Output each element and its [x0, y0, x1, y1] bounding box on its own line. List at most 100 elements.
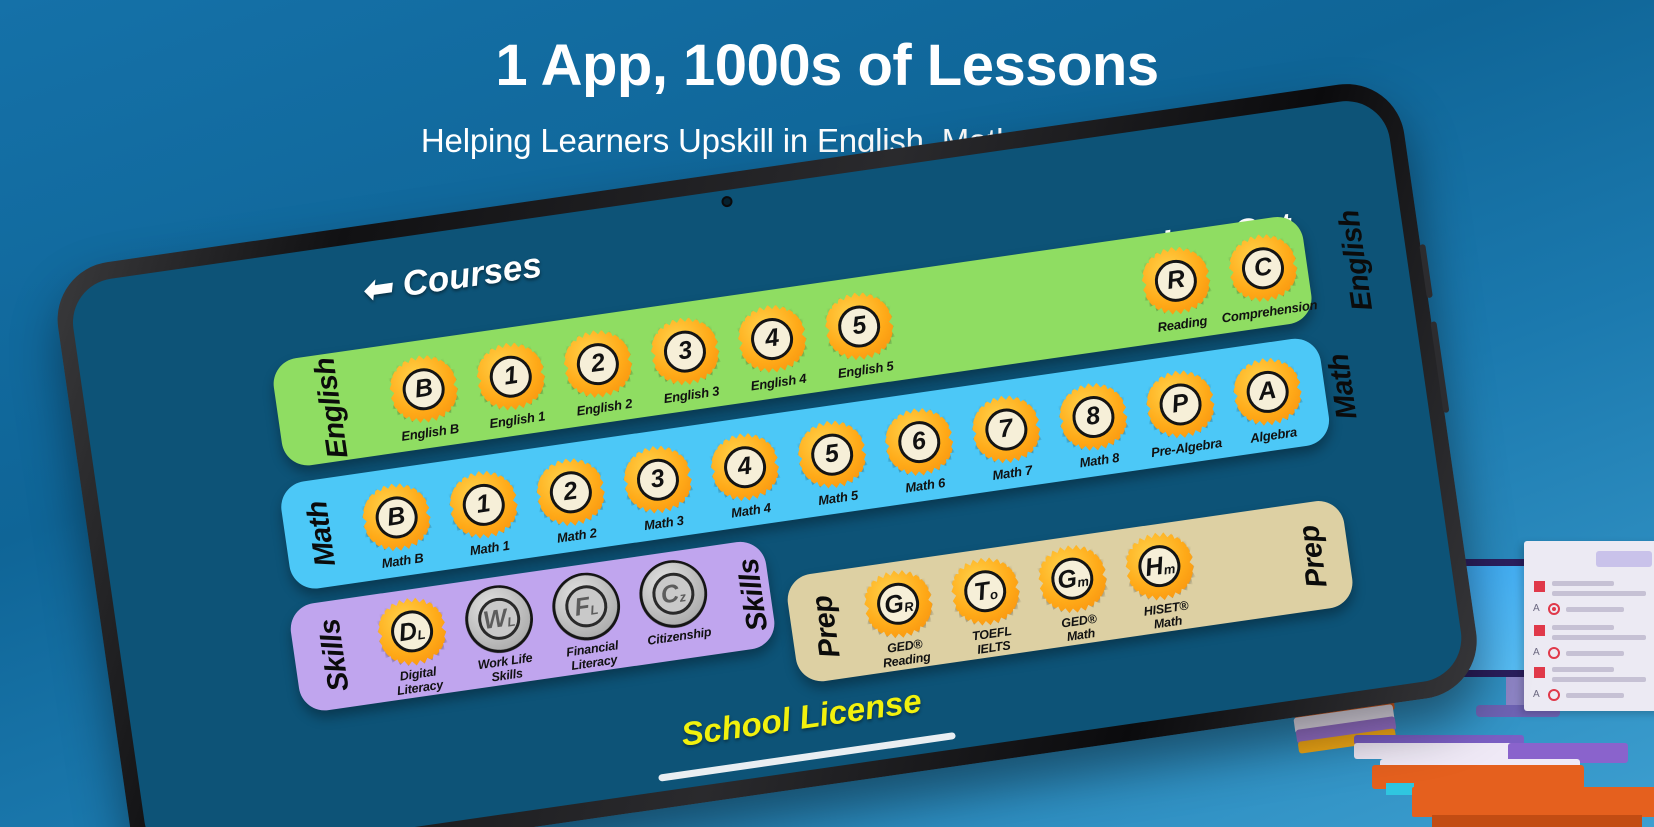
course-badge-math-2[interactable]: 2 Math 2 [523, 452, 620, 548]
desk-shadow [1432, 815, 1642, 827]
course-badge-english-4[interactable]: 4 English 4 [725, 299, 822, 395]
star-badge-icon: P [1142, 366, 1219, 443]
course-badge-english-5[interactable]: 5 English 5 [812, 286, 909, 382]
quiz-sheet-icon: A A A [1524, 541, 1654, 711]
phone-volume-button [1419, 243, 1433, 299]
course-badge-reading[interactable]: R Reading [1129, 241, 1226, 337]
badge-caption: Work Life Skills [476, 650, 534, 684]
course-badge-ged®-math[interactable]: Gm GED® Math [1025, 539, 1124, 648]
row-label-skills-end: Skills [731, 556, 774, 633]
locked-badge-icon: FL [548, 568, 625, 645]
row-label-english: English [308, 355, 355, 460]
phone-power-button [1430, 321, 1450, 414]
row-label-skills: Skills [313, 616, 356, 693]
badge-caption: Math 7 [991, 462, 1034, 483]
badge-caption: TOEFL IELTS [971, 624, 1013, 657]
course-badge-work-life-skills[interactable]: W L Work Life Skills [452, 579, 551, 688]
badge-caption: Math B [380, 549, 425, 571]
course-badge-english-1[interactable]: 1 English 1 [464, 337, 561, 433]
course-badge-math-8[interactable]: 8 Math 8 [1046, 377, 1143, 473]
course-badge-financial-literacy[interactable]: F L Financial Literacy [539, 567, 638, 676]
badge-glyph-subscript: R [903, 598, 915, 615]
badge-glyph-subscript: o [988, 586, 999, 603]
star-badge-icon: 4 [706, 428, 783, 505]
badge-caption: Math 2 [555, 524, 598, 546]
star-badge-icon: 5 [793, 416, 870, 493]
badge-glyph-subscript: L [416, 626, 427, 643]
star-badge-icon: 1 [445, 466, 522, 543]
star-badge-icon: 3 [647, 313, 724, 390]
course-badge-english-3[interactable]: 3 English 3 [638, 311, 735, 407]
badge-glyph-subscript: z [678, 588, 688, 605]
course-badge-math-3[interactable]: 3 Math 3 [610, 440, 707, 536]
page-title: 1 App, 1000s of Lessons [495, 33, 1159, 98]
badge-caption: Math 8 [1078, 449, 1121, 471]
course-badge-math-4[interactable]: 4 Math 4 [697, 427, 794, 523]
course-badge-algebra[interactable]: A Algebra [1220, 352, 1317, 448]
star-badge-icon: 1 [472, 338, 549, 415]
star-badge-icon: 3 [619, 441, 696, 518]
phone-mockup: ⬅ Courses Log Out EnglishBEnglish B1Engl… [49, 76, 1490, 827]
star-badge-icon: 4 [734, 300, 811, 377]
badge-caption: Math 6 [904, 474, 946, 496]
locked-badge-icon: WL [461, 581, 538, 658]
phone-frame: ⬅ Courses Log Out EnglishBEnglish B1Engl… [49, 76, 1485, 827]
course-badge-ged®-reading[interactable]: G R GED® Reading [851, 564, 950, 673]
course-badge-comprehension[interactable]: C Comprehension [1216, 228, 1318, 325]
locked-badge-icon: Cz [635, 556, 712, 633]
course-badge-math-7[interactable]: 7 Math 7 [959, 390, 1056, 486]
course-badge-math-1[interactable]: 1 Math 1 [436, 465, 533, 561]
badge-glyph-subscript: m [1076, 573, 1090, 590]
badge-caption: HISET® Math [1142, 598, 1190, 631]
course-badge-english-b[interactable]: B English B [376, 349, 473, 445]
badge-caption: Reading [1156, 312, 1209, 335]
row-label-prep: Prep [806, 593, 847, 660]
badge-caption: Financial Literacy [565, 638, 620, 673]
star-badge-icon: B [358, 479, 435, 556]
bookmark-icon [1386, 783, 1414, 795]
badge-caption: GED® Math [1060, 612, 1098, 644]
badge-caption: Math 3 [642, 512, 685, 533]
badge-caption: GED® Reading [881, 637, 932, 670]
star-badge-icon: 5 [821, 288, 898, 365]
course-badge-math-6[interactable]: 6 Math 6 [871, 402, 968, 498]
badge-caption: Math 1 [468, 537, 511, 558]
star-badge-icon: Hm [1121, 528, 1198, 605]
badge-glyph-subscript: L [589, 601, 600, 618]
star-badge-icon: 2 [532, 454, 609, 531]
star-badge-icon: 6 [880, 403, 957, 480]
row-label-english-end: English [1333, 207, 1380, 313]
row-label-prep-end: Prep [1292, 522, 1334, 590]
star-badge-icon: 8 [1055, 378, 1132, 455]
star-badge-icon: 2 [560, 325, 637, 402]
star-badge-icon: R [1138, 242, 1215, 319]
star-badge-icon: Gm [1034, 540, 1111, 617]
row-label-math-end: Math [1322, 351, 1364, 421]
row-label-math: Math [300, 498, 343, 569]
star-badge-icon: DL [373, 593, 450, 670]
star-badge-icon: 7 [967, 391, 1044, 468]
badge-caption: Math 4 [730, 499, 772, 521]
course-badge-math-5[interactable]: 5 Math 5 [784, 415, 881, 511]
desk-surface [1412, 787, 1654, 817]
star-badge-icon: GR [860, 566, 937, 643]
promo-banner: 1 App, 1000s of Lessons Helping Learners… [0, 0, 1654, 827]
app-screen: ⬅ Courses Log Out EnglishBEnglish B1Engl… [67, 95, 1468, 827]
course-badge-toefl-ielts[interactable]: To TOEFL IELTS [938, 552, 1037, 661]
star-badge-icon: A [1229, 353, 1306, 430]
badge-caption: Algebra [1249, 423, 1298, 446]
badge-glyph-subscript: m [1162, 560, 1177, 578]
star-badge-icon: To [947, 553, 1024, 630]
badge-caption: Math 5 [817, 487, 859, 508]
row-spacer [899, 253, 1127, 286]
course-badge-digital-literacy[interactable]: D L Digital Literacy [365, 592, 464, 701]
course-badge-pre-algebra[interactable]: P Pre-Algebra [1133, 364, 1230, 460]
course-badge-citizenship[interactable]: Cz Citizenship [626, 554, 723, 650]
badge-glyph-subscript: L [506, 613, 517, 630]
star-badge-icon: B [385, 350, 462, 427]
course-badge-english-2[interactable]: 2 English 2 [551, 324, 648, 420]
star-badge-icon: C [1225, 229, 1302, 306]
course-badge-math-b[interactable]: B Math B [349, 477, 446, 573]
badge-caption: Digital Literacy [395, 664, 444, 698]
course-badge-hiset®-math[interactable]: Hm HISET® Math [1113, 527, 1212, 636]
